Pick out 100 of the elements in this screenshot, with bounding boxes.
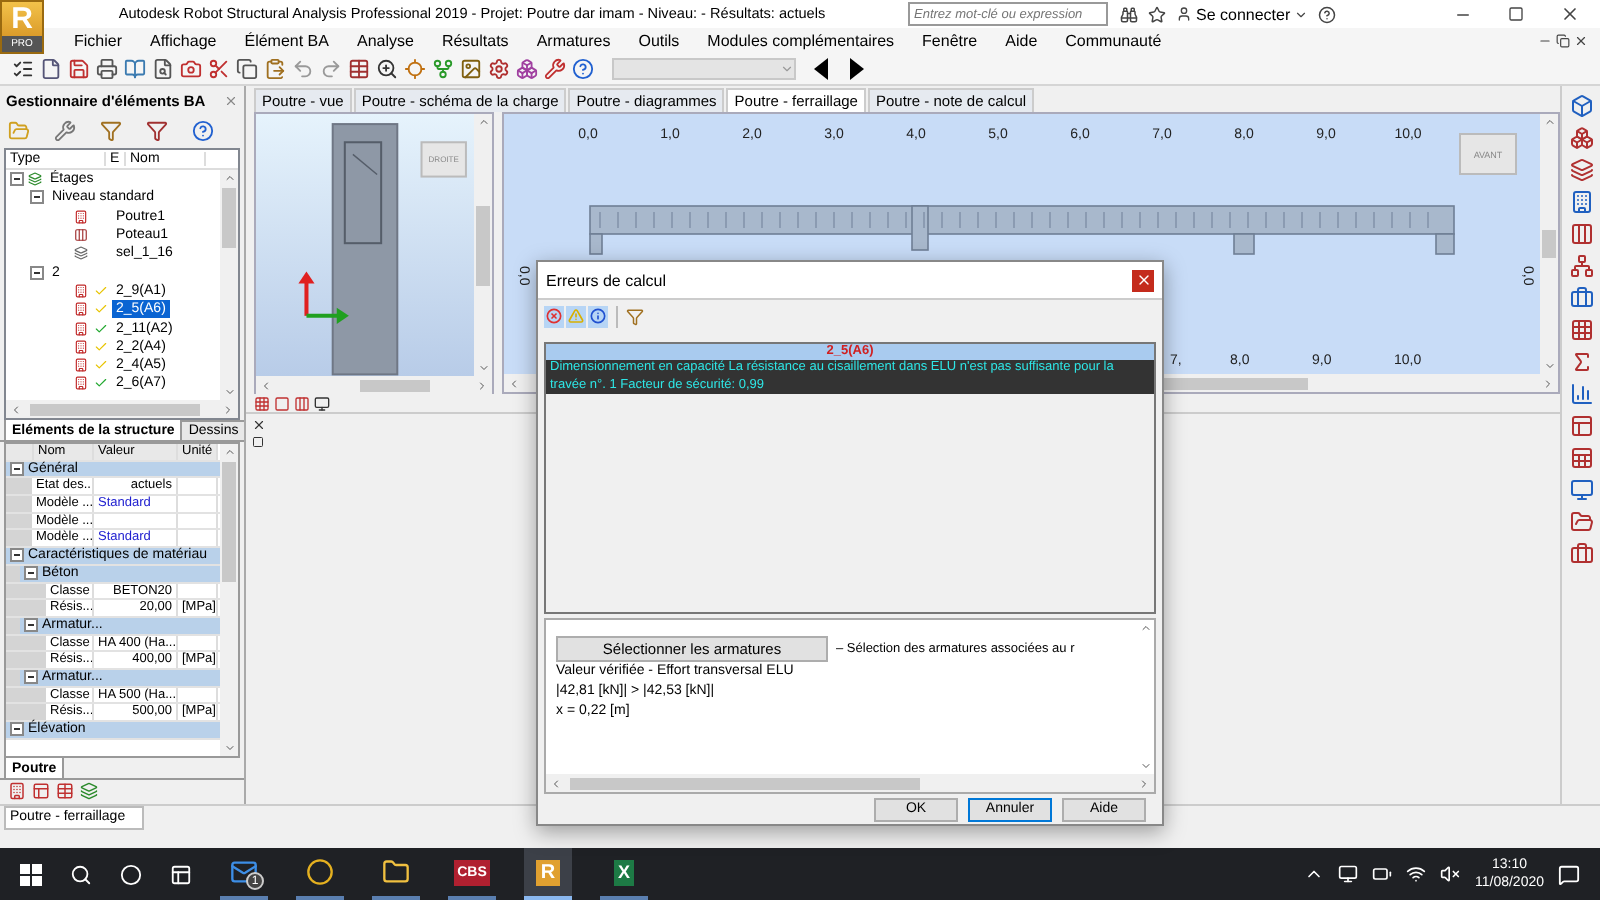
layers-icon[interactable]	[1569, 158, 1593, 182]
restore-icon[interactable]	[252, 436, 264, 448]
camera-icon[interactable]	[180, 58, 202, 80]
collapse-icon[interactable]	[30, 190, 44, 205]
next-icon[interactable]	[848, 58, 864, 80]
save-icon[interactable]	[68, 58, 90, 80]
paste-icon[interactable]	[264, 58, 286, 80]
undo-icon[interactable]	[292, 58, 314, 80]
building-icon[interactable]	[1569, 190, 1593, 214]
menu-item[interactable]: Armatures	[522, 31, 625, 51]
collapse-icon[interactable]	[10, 172, 24, 187]
scroll-thumb[interactable]	[30, 403, 200, 415]
columns-icon[interactable]	[294, 395, 310, 411]
error-filter-button[interactable]	[544, 305, 564, 327]
filter-icon[interactable]	[100, 120, 122, 142]
help-icon[interactable]	[192, 120, 214, 142]
monitor-icon[interactable]	[1338, 864, 1359, 884]
grid-icon[interactable]	[254, 395, 270, 411]
sheet-icon[interactable]	[1569, 446, 1593, 470]
square-icon[interactable]	[274, 395, 290, 411]
wifi-icon[interactable]	[1406, 864, 1427, 884]
preview-icon[interactable]	[152, 58, 174, 80]
volume-muted-icon[interactable]	[1440, 864, 1461, 884]
grid-icon[interactable]	[1569, 318, 1593, 342]
close-icon[interactable]	[1574, 34, 1588, 48]
scrollbar[interactable]	[220, 170, 238, 400]
scroll-thumb[interactable]	[222, 188, 236, 248]
folder-icon[interactable]	[1569, 510, 1593, 534]
close-icon[interactable]	[251, 418, 265, 432]
briefcase-icon[interactable]	[1569, 542, 1593, 566]
network-icon[interactable]	[1569, 254, 1593, 278]
gear-icon[interactable]	[488, 58, 510, 80]
filter-icon[interactable]	[626, 307, 644, 325]
previous-icon[interactable]	[814, 58, 830, 80]
document-icon[interactable]	[40, 58, 62, 80]
star-icon[interactable]	[1148, 5, 1166, 23]
box-icon[interactable]	[1569, 94, 1593, 118]
close-button[interactable]	[1132, 269, 1154, 291]
chart-icon[interactable]	[1569, 382, 1593, 406]
scroll-thumb[interactable]	[360, 379, 430, 392]
zoom-icon[interactable]	[376, 58, 398, 80]
boxes-icon[interactable]	[516, 58, 538, 80]
menu-item[interactable]: Communauté	[1051, 31, 1176, 51]
scroll-thumb[interactable]	[570, 777, 920, 789]
wrench-icon[interactable]	[54, 120, 76, 142]
wrench-icon[interactable]	[544, 58, 566, 80]
scroll-thumb[interactable]	[222, 462, 236, 582]
table-icon[interactable]	[56, 782, 74, 800]
columns-icon[interactable]	[1569, 222, 1593, 246]
collapse-icon[interactable]	[10, 548, 24, 563]
menu-item[interactable]: Modules complémentaires	[693, 31, 909, 51]
search-icon[interactable]	[1120, 5, 1138, 23]
filter-icon[interactable]	[146, 120, 168, 142]
app-icon[interactable]: X	[613, 859, 634, 885]
scroll-thumb[interactable]	[476, 205, 490, 286]
menu-item[interactable]: Outils	[624, 31, 694, 51]
printer-icon[interactable]	[96, 58, 118, 80]
menu-item[interactable]: Aide	[991, 31, 1052, 51]
scrollbar[interactable]	[256, 376, 492, 395]
scrollbar[interactable]	[546, 774, 1154, 792]
sigma-icon[interactable]	[1569, 350, 1593, 374]
collapse-icon[interactable]	[10, 722, 24, 737]
menu-item[interactable]: Fichier	[60, 31, 137, 51]
collapse-icon[interactable]	[24, 566, 38, 581]
monitor-icon[interactable]	[314, 395, 330, 411]
help-icon[interactable]	[1318, 5, 1337, 23]
collapse-icon[interactable]	[10, 462, 24, 477]
menu-item[interactable]: Analyse	[342, 31, 428, 51]
info-filter-button[interactable]	[588, 305, 608, 327]
table-icon[interactable]	[348, 58, 370, 80]
task-view-icon[interactable]	[170, 863, 192, 885]
sign-in-button[interactable]: Se connecter	[1176, 5, 1309, 23]
mail-icon[interactable]	[230, 858, 258, 886]
menu-item[interactable]: Affichage	[136, 31, 231, 51]
menu-item[interactable]: Élément BA	[230, 31, 343, 51]
search-icon[interactable]	[70, 863, 92, 885]
notifications-icon[interactable]	[1558, 863, 1580, 885]
maximize-icon[interactable]	[1508, 6, 1524, 22]
menu-item[interactable]: Fenêtre	[908, 31, 992, 51]
circle-icon[interactable]	[120, 863, 142, 885]
panel-icon[interactable]	[32, 782, 50, 800]
restore-icon[interactable]	[1556, 34, 1570, 48]
building-icon[interactable]	[8, 782, 26, 800]
taskbar-app[interactable]: X	[600, 848, 648, 900]
help-icon[interactable]	[572, 58, 594, 80]
image-icon[interactable]	[460, 58, 482, 80]
scrollbar[interactable]	[6, 400, 238, 418]
menu-item[interactable]: Résultats	[427, 31, 523, 51]
panel-icon[interactable]	[1569, 414, 1593, 438]
collapse-icon[interactable]	[30, 265, 44, 280]
close-icon[interactable]	[1560, 4, 1580, 24]
briefcase-icon[interactable]	[1569, 286, 1593, 310]
book-icon[interactable]	[124, 58, 146, 80]
collapse-icon[interactable]	[24, 670, 38, 685]
scrollbar[interactable]	[1540, 114, 1558, 374]
scrollbar[interactable]	[220, 444, 238, 756]
branch-icon[interactable]	[432, 58, 454, 80]
layers-icon[interactable]	[80, 782, 98, 800]
list-icon[interactable]	[12, 58, 34, 80]
copy-icon[interactable]	[236, 58, 258, 80]
